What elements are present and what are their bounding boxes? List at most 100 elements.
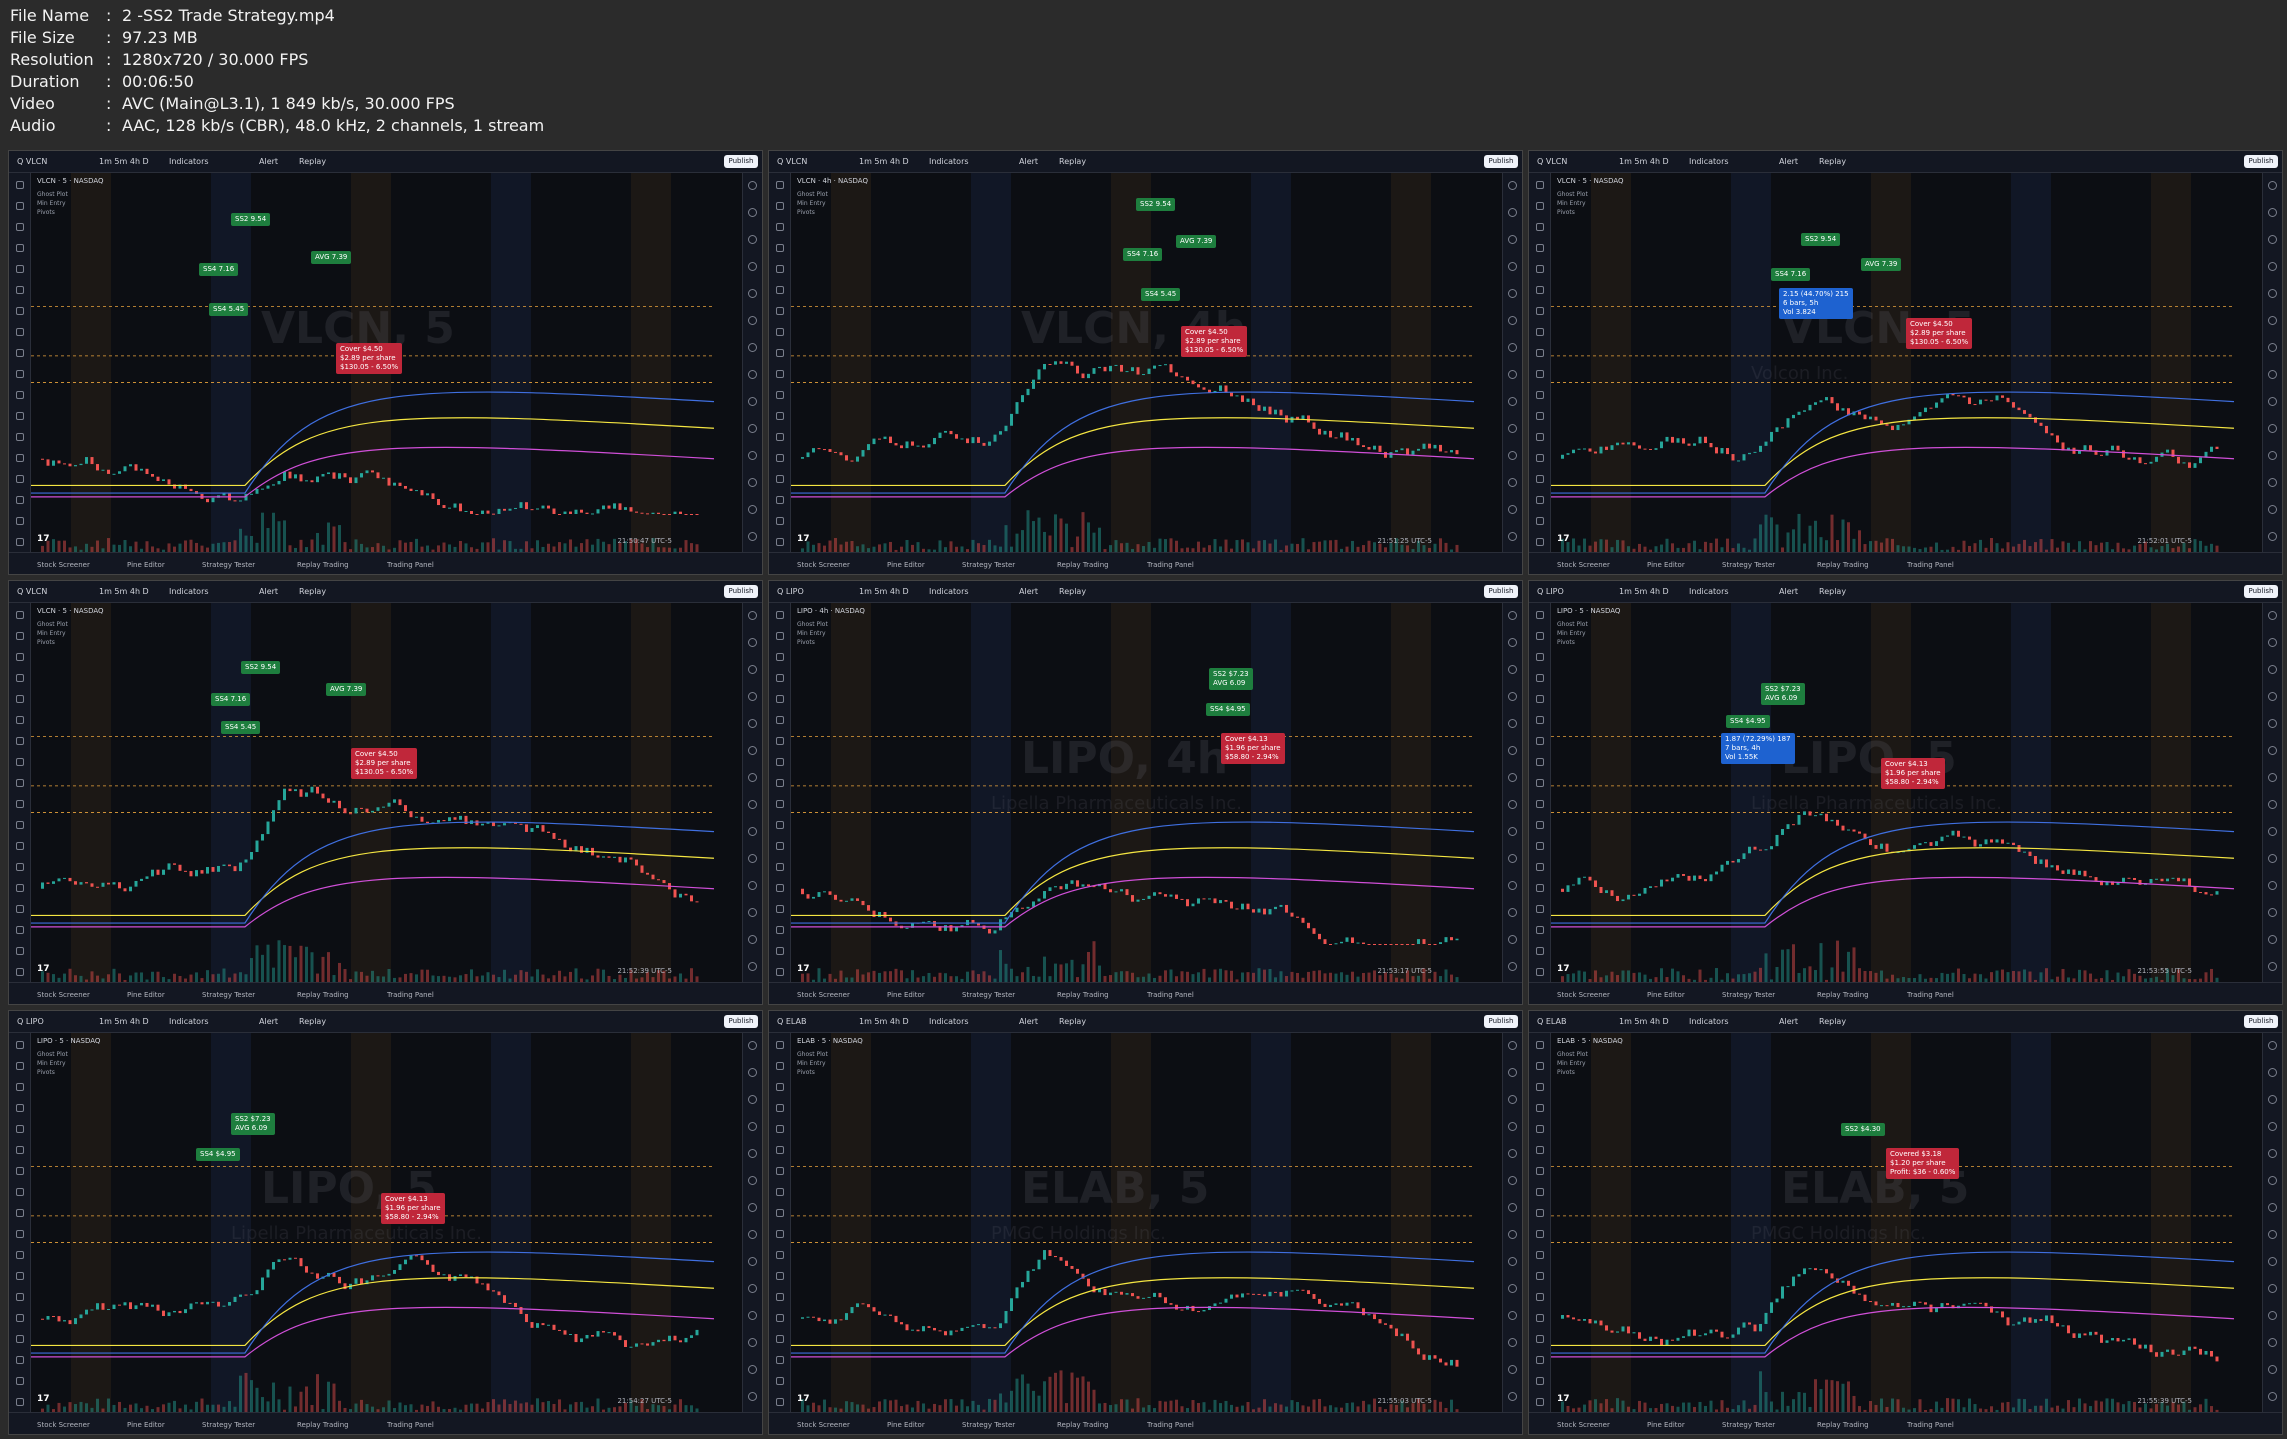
drawing-tool-icon[interactable] xyxy=(1536,286,1544,294)
drawing-tool-icon[interactable] xyxy=(776,779,784,787)
sidebar-widget-icon[interactable] xyxy=(2268,1311,2277,1320)
drawing-tool-icon[interactable] xyxy=(16,1293,24,1301)
publish-button[interactable]: Publish xyxy=(2244,155,2278,168)
drawing-tool-icon[interactable] xyxy=(16,454,24,462)
bottom-tab[interactable]: Stock Screener xyxy=(797,561,850,569)
drawing-tool-icon[interactable] xyxy=(16,1125,24,1133)
drawing-tool-icon[interactable] xyxy=(776,1041,784,1049)
bottom-tab[interactable]: Strategy Tester xyxy=(962,1421,1015,1429)
sidebar-widget-icon[interactable] xyxy=(748,827,757,836)
indicators-button[interactable]: Indicators xyxy=(1689,157,1729,166)
drawing-tool-icon[interactable] xyxy=(776,391,784,399)
price-chart[interactable]: ELAB, 5 PMGC Holdings Inc. ELAB · 5 · NASD… xyxy=(791,1033,1502,1412)
sidebar-widget-icon[interactable] xyxy=(1508,665,1517,674)
sidebar-widget-icon[interactable] xyxy=(1508,746,1517,755)
drawing-tool-icon[interactable] xyxy=(16,1209,24,1217)
sidebar-widget-icon[interactable] xyxy=(748,1230,757,1239)
drawing-tool-icon[interactable] xyxy=(776,1146,784,1154)
drawing-tool-icon[interactable] xyxy=(776,202,784,210)
drawing-tool-icon[interactable] xyxy=(1536,1356,1544,1364)
publish-button[interactable]: Publish xyxy=(724,585,758,598)
drawing-tool-icon[interactable] xyxy=(16,716,24,724)
bottom-tab[interactable]: Stock Screener xyxy=(797,991,850,999)
drawing-tool-icon[interactable] xyxy=(16,286,24,294)
sidebar-widget-icon[interactable] xyxy=(2268,1338,2277,1347)
drawing-tool-icon[interactable] xyxy=(16,370,24,378)
symbol-search[interactable]: Q LIPO xyxy=(1537,587,1564,596)
drawing-tool-icon[interactable] xyxy=(16,1062,24,1070)
drawing-tool-icon[interactable] xyxy=(776,1104,784,1112)
sidebar-widget-icon[interactable] xyxy=(1508,881,1517,890)
symbol-search[interactable]: Q ELAB xyxy=(1537,1017,1567,1026)
drawing-tool-icon[interactable] xyxy=(1536,1062,1544,1070)
drawing-tool-icon[interactable] xyxy=(776,1188,784,1196)
replay-button[interactable]: Replay xyxy=(299,157,326,166)
drawing-tool-icon[interactable] xyxy=(16,433,24,441)
sidebar-widget-icon[interactable] xyxy=(748,638,757,647)
drawing-tool-icon[interactable] xyxy=(16,674,24,682)
drawing-tool-icon[interactable] xyxy=(776,1251,784,1259)
drawing-tool-icon[interactable] xyxy=(1536,1314,1544,1322)
drawing-tool-icon[interactable] xyxy=(1536,223,1544,231)
drawing-tool-icon[interactable] xyxy=(1536,1272,1544,1280)
drawing-tool-icon[interactable] xyxy=(776,758,784,766)
drawing-tool-icon[interactable] xyxy=(1536,863,1544,871)
drawing-tool-icon[interactable] xyxy=(776,496,784,504)
sidebar-widget-icon[interactable] xyxy=(1508,773,1517,782)
sidebar-widget-icon[interactable] xyxy=(748,1392,757,1401)
sidebar-widget-icon[interactable] xyxy=(748,746,757,755)
sidebar-widget-icon[interactable] xyxy=(1508,638,1517,647)
publish-button[interactable]: Publish xyxy=(1484,1015,1518,1028)
price-chart[interactable]: VLCN, 4h VLCN · 4h · NASDAQ Ghost Plot Min … xyxy=(791,173,1502,552)
bottom-tab[interactable]: Strategy Tester xyxy=(1722,991,1775,999)
drawing-tool-icon[interactable] xyxy=(1536,412,1544,420)
drawing-tool-icon[interactable] xyxy=(776,223,784,231)
drawing-tool-icon[interactable] xyxy=(16,517,24,525)
drawing-tool-icon[interactable] xyxy=(776,412,784,420)
symbol-search[interactable]: Q LIPO xyxy=(777,587,804,596)
drawing-tool-icon[interactable] xyxy=(1536,1293,1544,1301)
drawing-tool-icon[interactable] xyxy=(1536,1083,1544,1091)
sidebar-widget-icon[interactable] xyxy=(748,1068,757,1077)
alert-button[interactable]: Alert xyxy=(1779,157,1798,166)
drawing-tool-icon[interactable] xyxy=(776,265,784,273)
replay-button[interactable]: Replay xyxy=(1819,157,1846,166)
sidebar-widget-icon[interactable] xyxy=(748,343,757,352)
price-axis[interactable] xyxy=(712,603,742,982)
drawing-tool-icon[interactable] xyxy=(1536,538,1544,546)
sidebar-widget-icon[interactable] xyxy=(748,1257,757,1266)
sidebar-widget-icon[interactable] xyxy=(748,908,757,917)
publish-button[interactable]: Publish xyxy=(2244,1015,2278,1028)
sidebar-widget-icon[interactable] xyxy=(1508,962,1517,971)
sidebar-widget-icon[interactable] xyxy=(2268,1392,2277,1401)
drawing-tool-icon[interactable] xyxy=(1536,758,1544,766)
drawing-tool-icon[interactable] xyxy=(776,1083,784,1091)
drawing-tool-icon[interactable] xyxy=(1536,1209,1544,1217)
alert-button[interactable]: Alert xyxy=(259,157,278,166)
price-axis[interactable] xyxy=(1472,173,1502,552)
sidebar-widget-icon[interactable] xyxy=(748,451,757,460)
drawing-tool-icon[interactable] xyxy=(16,181,24,189)
bottom-tab[interactable]: Replay Trading xyxy=(297,1421,349,1429)
sidebar-widget-icon[interactable] xyxy=(2268,665,2277,674)
drawing-tool-icon[interactable] xyxy=(16,1272,24,1280)
drawing-tool-icon[interactable] xyxy=(776,968,784,976)
bottom-tab[interactable]: Pine Editor xyxy=(1647,1421,1685,1429)
bottom-tab[interactable]: Pine Editor xyxy=(887,991,925,999)
indicators-button[interactable]: Indicators xyxy=(1689,587,1729,596)
drawing-tool-icon[interactable] xyxy=(16,1146,24,1154)
drawing-tool-icon[interactable] xyxy=(16,632,24,640)
drawing-tool-icon[interactable] xyxy=(1536,695,1544,703)
sidebar-widget-icon[interactable] xyxy=(1508,854,1517,863)
drawing-tool-icon[interactable] xyxy=(1536,737,1544,745)
drawing-tool-icon[interactable] xyxy=(16,1398,24,1406)
price-chart[interactable]: VLCN, 5 Volcon Inc. VLCN · 5 · NASDAQ Ghost… xyxy=(1551,173,2262,552)
bottom-tab[interactable]: Trading Panel xyxy=(1907,561,1954,569)
sidebar-widget-icon[interactable] xyxy=(2268,611,2277,620)
sidebar-widget-icon[interactable] xyxy=(748,316,757,325)
sidebar-widget-icon[interactable] xyxy=(2268,397,2277,406)
drawing-tool-icon[interactable] xyxy=(16,349,24,357)
timeframe-selector[interactable]: 1m 5m 4h D xyxy=(99,157,149,166)
drawing-tool-icon[interactable] xyxy=(16,1041,24,1049)
bottom-tab[interactable]: Strategy Tester xyxy=(202,991,255,999)
